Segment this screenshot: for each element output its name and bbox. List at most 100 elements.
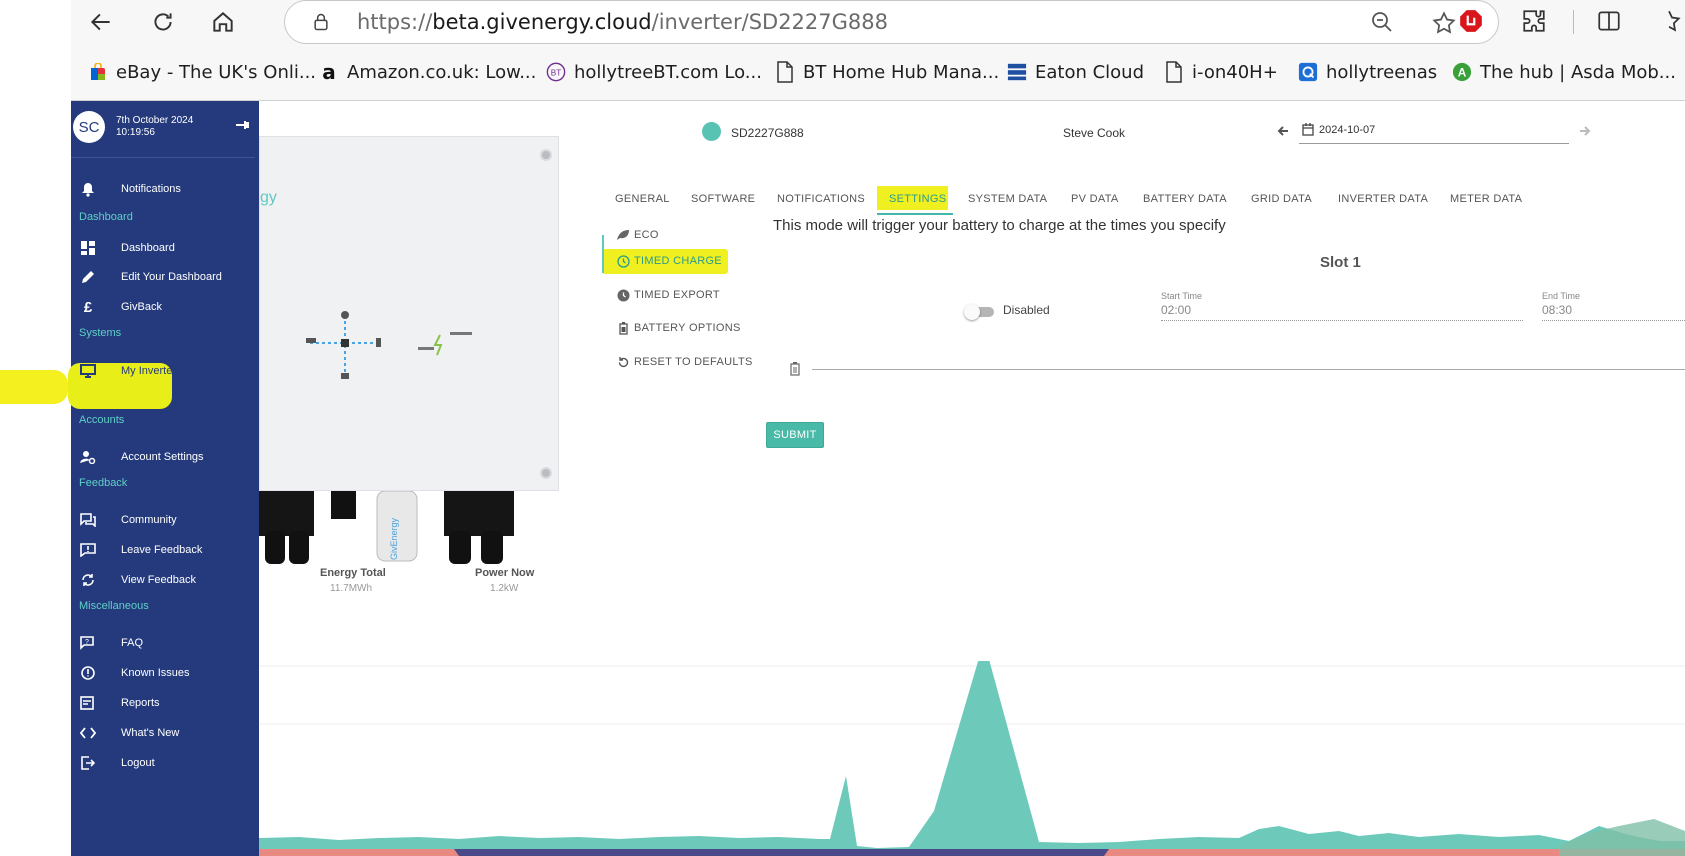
svg-text:BT: BT [551, 69, 561, 78]
tab-settings[interactable]: SETTINGS [889, 193, 946, 205]
battery-icon [616, 321, 630, 335]
tab-system-data[interactable]: SYSTEM DATA [968, 193, 1047, 205]
bookmark-bt-hub[interactable]: BT Home Hub Mana... [775, 58, 999, 86]
sidebar-item-label: Reports [121, 697, 160, 709]
address-bar[interactable]: https://beta.givenergy.cloud/inverter/SD… [284, 0, 1499, 44]
dashboard-icon [80, 240, 96, 256]
sidebar-item-label: Edit Your Dashboard [121, 271, 222, 283]
favorite-star-icon[interactable] [1431, 10, 1457, 36]
sync-icon [80, 572, 96, 588]
setting-label: RESET TO DEFAULTS [634, 356, 753, 368]
sidebar-item-label: View Feedback [121, 574, 197, 586]
tab-notifications[interactable]: NOTIFICATIONS [777, 193, 865, 205]
prev-date-button[interactable] [1277, 125, 1289, 140]
avatar[interactable]: SC [73, 111, 105, 143]
tab-battery-data[interactable]: BATTERY DATA [1143, 193, 1227, 205]
section-systems: Systems [79, 327, 122, 339]
refresh-button[interactable] [145, 4, 181, 40]
screw [540, 467, 552, 479]
setting-label: BATTERY OPTIONS [634, 322, 741, 334]
tab-meter-data[interactable]: METER DATA [1450, 193, 1522, 205]
tab-inverter-data[interactable]: INVERTER DATA [1338, 193, 1428, 205]
sidebar-item-my-inverter[interactable]: My Inverter [71, 357, 259, 385]
pin-icon[interactable] [233, 117, 249, 133]
tab-grid-data[interactable]: GRID DATA [1251, 193, 1312, 205]
submit-button[interactable]: SUBMIT [766, 422, 824, 448]
sidebar-item-known-issues[interactable]: Known Issues [71, 659, 259, 687]
start-time-input[interactable]: 02:00 [1161, 303, 1191, 317]
bookmark-eaton[interactable]: Eaton Cloud [1007, 58, 1144, 86]
power-now-label: Power Now [475, 567, 535, 579]
sidebar-item-dashboard[interactable]: Dashboard [71, 234, 259, 262]
lock-icon [314, 13, 328, 31]
back-button[interactable] [83, 4, 119, 40]
sidebar-item-account-settings[interactable]: Account Settings [71, 443, 259, 471]
sidebar-item-faq[interactable]: ? FAQ [71, 629, 259, 657]
device-brand-fragment: gy [260, 189, 277, 206]
section-accounts: Accounts [79, 414, 125, 426]
end-time-label: End Time [1542, 291, 1581, 301]
bookmark-label: BT Home Hub Mana... [803, 61, 1000, 83]
active-tab-indicator [877, 213, 953, 215]
home-icon [213, 12, 233, 32]
adblock-icon[interactable] [1458, 8, 1484, 34]
bookmark-label: hollytreenas [1326, 61, 1438, 83]
sidebar-item-edit-dashboard[interactable]: Edit Your Dashboard [71, 263, 259, 291]
setting-timed-charge[interactable]: TIMED CHARGE [616, 251, 722, 271]
sidebar-item-notifications[interactable]: Notifications [71, 175, 259, 203]
sidebar-divider [71, 157, 255, 158]
date-picker[interactable]: 2024-10-07 [1299, 120, 1569, 144]
sidebar-item-community[interactable]: Community [71, 506, 259, 534]
inverter-serial: SD2227G888 [731, 126, 804, 140]
bookmark-ion[interactable]: i-on40H+ [1164, 58, 1278, 86]
arrow-left-icon [1277, 126, 1288, 136]
next-date-button[interactable] [1579, 125, 1591, 140]
sidebar-item-leave-feedback[interactable]: Leave Feedback [71, 536, 259, 564]
zoom-out-icon[interactable] [1370, 10, 1394, 34]
setting-battery-options[interactable]: BATTERY OPTIONS [616, 318, 741, 338]
sidebar-item-reports[interactable]: Reports [71, 689, 259, 717]
tab-software[interactable]: SOFTWARE [691, 193, 755, 205]
bookmark-bt[interactable]: BT hollytreeBT.com Lo... [546, 58, 762, 86]
bookmark-label: Eaton Cloud [1035, 61, 1145, 83]
inverter-image: gy [259, 136, 559, 491]
left-margin [0, 0, 71, 856]
sidebar-item-label: What's New [121, 727, 180, 739]
sidebar-item-view-feedback[interactable]: View Feedback [71, 566, 259, 594]
start-time-underline [1161, 320, 1523, 321]
sidebar-item-whats-new[interactable]: What's New [71, 719, 259, 747]
bookmark-asda[interactable]: A The hub | Asda Mob... [1452, 58, 1676, 86]
owner-name: Steve Cook [1063, 126, 1126, 140]
sidebar-item-givback[interactable]: £ GivBack [71, 293, 259, 321]
bookmark-ebay[interactable]: eBay - The UK's Onli... [88, 58, 316, 86]
bookmark-amazon[interactable]: a Amazon.co.uk: Low... [319, 58, 536, 86]
slot-enable-toggle[interactable] [964, 304, 995, 320]
pound-icon: £ [83, 298, 93, 316]
favorites-icon[interactable] [1656, 8, 1682, 34]
page-icon [775, 61, 795, 83]
monitor-icon [80, 363, 96, 379]
setting-eco[interactable]: ECO [616, 225, 659, 245]
reset-icon [616, 355, 630, 369]
setting-timed-export[interactable]: TIMED EXPORT [616, 285, 720, 305]
connector-graphic: GivEnergy [259, 490, 514, 564]
energy-total-value: 11.7MWh [330, 583, 373, 594]
setting-label: TIMED EXPORT [634, 289, 720, 301]
end-time-input[interactable]: 08:30 [1542, 303, 1572, 317]
alert-circle-icon [80, 665, 96, 681]
sidebar-item-label: GivBack [121, 301, 162, 313]
bookmark-nas[interactable]: hollytreenas [1298, 58, 1437, 86]
ebay-icon [88, 62, 108, 82]
home-button[interactable] [205, 4, 241, 40]
toolbar-separator [1573, 10, 1574, 34]
tab-general[interactable]: GENERAL [615, 193, 670, 205]
status-indicator [702, 122, 721, 141]
split-screen-icon[interactable] [1596, 8, 1622, 34]
leaf-icon [616, 228, 630, 242]
feedback-icon [80, 542, 96, 558]
user-gear-icon [80, 449, 96, 465]
tab-pv-data[interactable]: PV DATA [1071, 193, 1119, 205]
extensions-icon[interactable] [1521, 8, 1547, 34]
setting-reset-defaults[interactable]: RESET TO DEFAULTS [616, 352, 753, 372]
sidebar-item-logout[interactable]: Logout [71, 749, 259, 777]
